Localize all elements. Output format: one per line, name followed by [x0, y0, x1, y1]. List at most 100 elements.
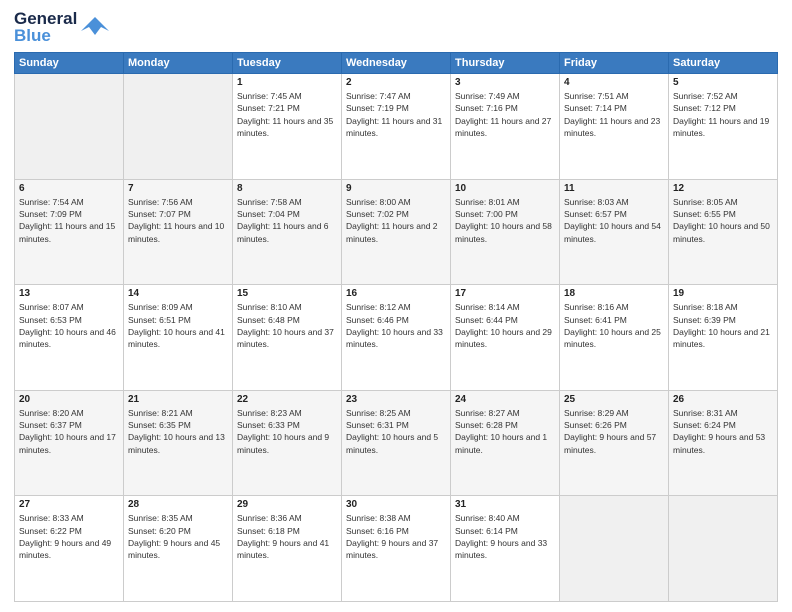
day-number: 20 — [19, 394, 119, 405]
day-info: Sunrise: 7:52 AMSunset: 7:12 PMDaylight:… — [673, 90, 773, 139]
day-number: 12 — [673, 183, 773, 194]
calendar-day-cell: 20Sunrise: 8:20 AMSunset: 6:37 PMDayligh… — [15, 390, 124, 496]
day-number: 5 — [673, 77, 773, 88]
day-info: Sunrise: 8:31 AMSunset: 6:24 PMDaylight:… — [673, 407, 773, 456]
day-number: 18 — [564, 288, 664, 299]
day-info: Sunrise: 8:03 AMSunset: 6:57 PMDaylight:… — [564, 196, 664, 245]
calendar-day-cell: 7Sunrise: 7:56 AMSunset: 7:07 PMDaylight… — [124, 179, 233, 285]
calendar-day-header: Saturday — [669, 53, 778, 74]
calendar-day-cell — [15, 74, 124, 180]
day-info: Sunrise: 7:49 AMSunset: 7:16 PMDaylight:… — [455, 90, 555, 139]
day-number: 28 — [128, 499, 228, 510]
day-number: 26 — [673, 394, 773, 405]
day-info: Sunrise: 8:35 AMSunset: 6:20 PMDaylight:… — [128, 512, 228, 561]
day-number: 17 — [455, 288, 555, 299]
calendar-week-row: 20Sunrise: 8:20 AMSunset: 6:37 PMDayligh… — [15, 390, 778, 496]
calendar-day-cell: 10Sunrise: 8:01 AMSunset: 7:00 PMDayligh… — [451, 179, 560, 285]
day-number: 13 — [19, 288, 119, 299]
calendar-day-cell: 8Sunrise: 7:58 AMSunset: 7:04 PMDaylight… — [233, 179, 342, 285]
day-number: 7 — [128, 183, 228, 194]
calendar-day-cell: 30 Sunrise: 8:38 AMSunset: 6:16 PMDayligh… — [342, 496, 451, 602]
day-info: Sunrise: 8:10 AMSunset: 6:48 PMDaylight:… — [237, 301, 337, 350]
day-number: 24 — [455, 394, 555, 405]
day-info: Sunrise: 8:09 AMSunset: 6:51 PMDaylight:… — [128, 301, 228, 350]
calendar-day-cell: 25 Sunrise: 8:29 AMSunset: 6:26 PMDayligh… — [560, 390, 669, 496]
calendar-day-cell — [124, 74, 233, 180]
day-number: 2 — [346, 77, 446, 88]
calendar-day-cell: 31 Sunrise: 8:40 AMSunset: 6:14 PMDayligh… — [451, 496, 560, 602]
day-info: Sunrise: 8:40 AMSunset: 6:14 PMDaylight:… — [455, 512, 555, 561]
day-info: Sunrise: 8:05 AMSunset: 6:55 PMDaylight:… — [673, 196, 773, 245]
day-number: 27 — [19, 499, 119, 510]
calendar-day-cell: 5 Sunrise: 7:52 AMSunset: 7:12 PMDaylight… — [669, 74, 778, 180]
day-info: Sunrise: 8:33 AMSunset: 6:22 PMDaylight:… — [19, 512, 119, 561]
day-number: 10 — [455, 183, 555, 194]
logo-bird-icon — [81, 13, 109, 41]
day-number: 30 — [346, 499, 446, 510]
day-info: Sunrise: 8:12 AMSunset: 6:46 PMDaylight:… — [346, 301, 446, 350]
day-number: 15 — [237, 288, 337, 299]
calendar-header-row: SundayMondayTuesdayWednesdayThursdayFrid… — [15, 53, 778, 74]
calendar-day-header: Thursday — [451, 53, 560, 74]
calendar-day-cell: 12 Sunrise: 8:05 AMSunset: 6:55 PMDayligh… — [669, 179, 778, 285]
calendar-day-cell: 19 Sunrise: 8:18 AMSunset: 6:39 PMDayligh… — [669, 285, 778, 391]
day-info: Sunrise: 8:23 AMSunset: 6:33 PMDaylight:… — [237, 407, 337, 456]
calendar-day-cell: 23 Sunrise: 8:25 AMSunset: 6:31 PMDayligh… — [342, 390, 451, 496]
calendar-day-cell: 11 Sunrise: 8:03 AMSunset: 6:57 PMDayligh… — [560, 179, 669, 285]
day-info: Sunrise: 7:47 AMSunset: 7:19 PMDaylight:… — [346, 90, 446, 139]
calendar-day-header: Wednesday — [342, 53, 451, 74]
calendar-day-cell: 17 Sunrise: 8:14 AMSunset: 6:44 PMDayligh… — [451, 285, 560, 391]
calendar-day-cell: 6 Sunrise: 7:54 AMSunset: 7:09 PMDaylight… — [15, 179, 124, 285]
day-number: 23 — [346, 394, 446, 405]
calendar-day-cell: 27 Sunrise: 8:33 AMSunset: 6:22 PMDayligh… — [15, 496, 124, 602]
calendar-day-cell: 16 Sunrise: 8:12 AMSunset: 6:46 PMDayligh… — [342, 285, 451, 391]
calendar-day-cell: 29 Sunrise: 8:36 AMSunset: 6:18 PMDayligh… — [233, 496, 342, 602]
calendar-day-cell: 2 Sunrise: 7:47 AMSunset: 7:19 PMDaylight… — [342, 74, 451, 180]
calendar-day-cell: 21Sunrise: 8:21 AMSunset: 6:35 PMDayligh… — [124, 390, 233, 496]
day-info: Sunrise: 8:25 AMSunset: 6:31 PMDaylight:… — [346, 407, 446, 456]
calendar-day-cell: 1Sunrise: 7:45 AMSunset: 7:21 PMDaylight… — [233, 74, 342, 180]
calendar-day-cell: 28 Sunrise: 8:35 AMSunset: 6:20 PMDayligh… — [124, 496, 233, 602]
day-info: Sunrise: 8:00 AMSunset: 7:02 PMDaylight:… — [346, 196, 446, 245]
day-number: 4 — [564, 77, 664, 88]
day-info: Sunrise: 8:27 AMSunset: 6:28 PMDaylight:… — [455, 407, 555, 456]
day-number: 25 — [564, 394, 664, 405]
day-info: Sunrise: 8:21 AMSunset: 6:35 PMDaylight:… — [128, 407, 228, 456]
calendar-day-cell: 18 Sunrise: 8:16 AMSunset: 6:41 PMDayligh… — [560, 285, 669, 391]
day-number: 19 — [673, 288, 773, 299]
day-info: Sunrise: 8:18 AMSunset: 6:39 PMDaylight:… — [673, 301, 773, 350]
day-info: Sunrise: 8:16 AMSunset: 6:41 PMDaylight:… — [564, 301, 664, 350]
calendar-day-cell: 4Sunrise: 7:51 AMSunset: 7:14 PMDaylight… — [560, 74, 669, 180]
logo-general: General — [14, 10, 77, 27]
calendar-day-header: Sunday — [15, 53, 124, 74]
day-number: 16 — [346, 288, 446, 299]
day-number: 6 — [19, 183, 119, 194]
day-info: Sunrise: 8:38 AMSunset: 6:16 PMDaylight:… — [346, 512, 446, 561]
day-info: Sunrise: 7:54 AMSunset: 7:09 PMDaylight:… — [19, 196, 119, 245]
day-info: Sunrise: 8:14 AMSunset: 6:44 PMDaylight:… — [455, 301, 555, 350]
calendar-table: SundayMondayTuesdayWednesdayThursdayFrid… — [14, 52, 778, 602]
day-number: 9 — [346, 183, 446, 194]
day-number: 31 — [455, 499, 555, 510]
page: General Blue SundayMondayTuesdayWednesda… — [0, 0, 792, 612]
day-number: 11 — [564, 183, 664, 194]
calendar-day-cell: 24 Sunrise: 8:27 AMSunset: 6:28 PMDayligh… — [451, 390, 560, 496]
calendar-day-header: Monday — [124, 53, 233, 74]
logo-blue: Blue — [14, 27, 77, 44]
day-info: Sunrise: 8:07 AMSunset: 6:53 PMDaylight:… — [19, 301, 119, 350]
calendar-day-cell: 13 Sunrise: 8:07 AMSunset: 6:53 PMDayligh… — [15, 285, 124, 391]
calendar-day-cell: 9 Sunrise: 8:00 AMSunset: 7:02 PMDaylight… — [342, 179, 451, 285]
calendar-day-cell: 26 Sunrise: 8:31 AMSunset: 6:24 PMDayligh… — [669, 390, 778, 496]
calendar-week-row: 27 Sunrise: 8:33 AMSunset: 6:22 PMDayligh… — [15, 496, 778, 602]
day-info: Sunrise: 8:29 AMSunset: 6:26 PMDaylight:… — [564, 407, 664, 456]
day-number: 29 — [237, 499, 337, 510]
calendar-day-cell: 22Sunrise: 8:23 AMSunset: 6:33 PMDayligh… — [233, 390, 342, 496]
calendar-day-cell — [669, 496, 778, 602]
day-number: 8 — [237, 183, 337, 194]
calendar-day-cell: 15 Sunrise: 8:10 AMSunset: 6:48 PMDayligh… — [233, 285, 342, 391]
calendar-week-row: 1Sunrise: 7:45 AMSunset: 7:21 PMDaylight… — [15, 74, 778, 180]
calendar-day-header: Friday — [560, 53, 669, 74]
header: General Blue — [14, 10, 778, 44]
calendar-week-row: 13 Sunrise: 8:07 AMSunset: 6:53 PMDayligh… — [15, 285, 778, 391]
day-info: Sunrise: 8:36 AMSunset: 6:18 PMDaylight:… — [237, 512, 337, 561]
